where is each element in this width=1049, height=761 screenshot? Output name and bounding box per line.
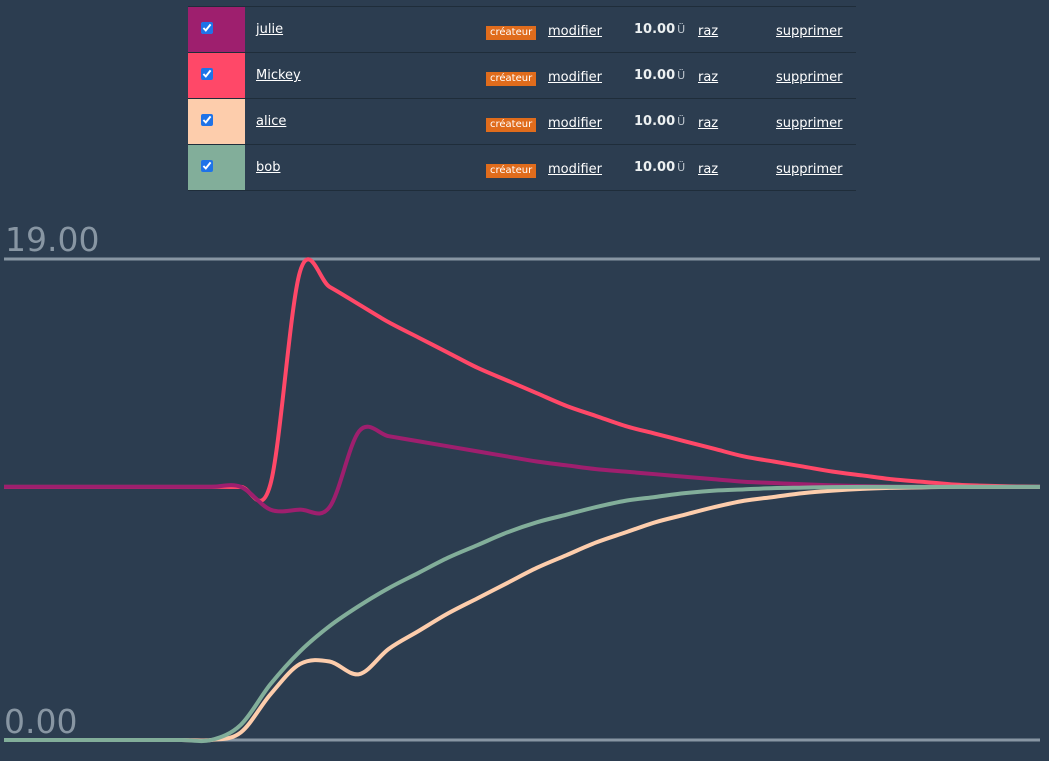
user-color-swatch [188,52,245,99]
user-row-mickey: Mickey créateur modifier 10.00 Ü raz supp… [188,52,856,99]
y-min-label: 0.00 [4,702,77,741]
currency-unit: Ü [677,115,686,128]
user-color-swatch [188,6,245,53]
user-name-link[interactable]: alice [256,114,286,129]
user-visible-checkbox[interactable] [201,160,213,172]
reset-link[interactable]: raz [698,116,718,131]
series-line-mickey [4,424,1040,516]
creator-badge: créateur [486,163,537,178]
user-amount: 10.00 [634,114,676,129]
user-row-julie: julie créateur modifier 10.00 Ü raz suppr… [188,6,856,53]
series-line-bob [3,484,1040,744]
reset-link[interactable]: raz [698,70,718,85]
modify-link[interactable]: modifier [548,162,602,177]
user-amount: 10.00 [634,68,676,83]
delete-link[interactable]: supprimer [776,70,842,85]
user-name-link[interactable]: Mickey [256,68,301,83]
user-color-swatch [188,98,245,145]
delete-link[interactable]: supprimer [776,24,842,39]
user-amount: 10.00 [634,160,676,175]
users-table: julie créateur modifier 10.00 Ü raz suppr… [188,6,856,191]
user-visible-checkbox[interactable] [201,22,213,34]
user-row-bob: bob créateur modifier 10.00 Ü raz supprim… [188,144,856,191]
currency-unit: Ü [677,23,686,36]
reset-link[interactable]: raz [698,162,718,177]
user-name-link[interactable]: julie [256,22,283,37]
modify-link[interactable]: modifier [548,116,602,131]
user-color-swatch [188,144,245,191]
creator-badge: créateur [486,117,537,132]
series-line-julie [4,257,1041,503]
user-row-alice: alice créateur modifier 10.00 Ü raz suppr… [188,98,856,145]
creator-badge: créateur [486,71,537,86]
series-line-alice [3,484,1040,743]
user-name-link[interactable]: bob [256,160,280,175]
creator-badge: créateur [486,25,537,40]
currency-unit: Ü [677,161,686,174]
balance-chart: 19.00 0.00 [3,220,1041,744]
user-amount: 10.00 [634,22,676,37]
modify-link[interactable]: modifier [548,70,602,85]
modify-link[interactable]: modifier [548,24,602,39]
delete-link[interactable]: supprimer [776,116,842,131]
y-max-label: 19.00 [5,220,99,259]
reset-link[interactable]: raz [698,24,718,39]
user-visible-checkbox[interactable] [201,114,213,126]
currency-unit: Ü [677,69,686,82]
series-group [3,257,1041,744]
user-visible-checkbox[interactable] [201,68,213,80]
delete-link[interactable]: supprimer [776,162,842,177]
